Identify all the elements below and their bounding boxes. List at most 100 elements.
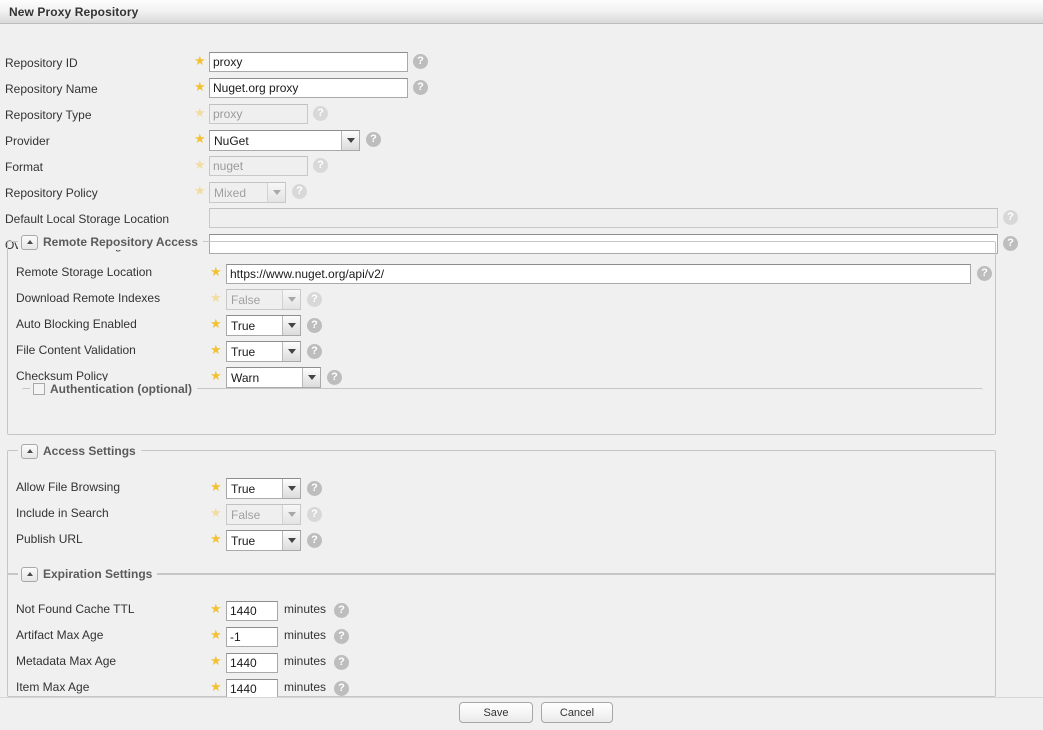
required-star-icon	[194, 81, 206, 94]
help-icon[interactable]: ?	[366, 132, 381, 147]
access-fields-list: Allow File BrowsingTrue?Include in Searc…	[8, 451, 993, 571]
help-icon[interactable]: ?	[327, 370, 342, 385]
form-row: Artifact Max Age minutes?	[8, 624, 993, 648]
help-icon[interactable]: ?	[413, 80, 428, 95]
help-icon[interactable]: ?	[334, 681, 349, 696]
required-star-icon	[210, 344, 222, 357]
field-label-not-found-cache-ttl: Not Found Cache TTL	[16, 602, 135, 616]
form-row: Provider NuGet?	[0, 128, 1040, 154]
select-value: Mixed	[214, 185, 247, 200]
field-label-repository-name: Repository Name	[5, 82, 98, 96]
required-star-icon	[210, 292, 222, 305]
input-repository-name[interactable]	[209, 78, 408, 98]
help-icon[interactable]: ?	[313, 106, 328, 121]
help-icon[interactable]: ?	[307, 318, 322, 333]
required-star-icon	[210, 370, 222, 383]
chevron-down-icon[interactable]	[341, 131, 359, 150]
authentication-legend: Authentication (optional)	[30, 381, 197, 397]
required-star-icon	[194, 107, 206, 120]
required-star-icon	[194, 185, 206, 198]
help-icon[interactable]: ?	[1003, 210, 1018, 225]
required-star-icon	[210, 655, 222, 668]
input-repository-type	[209, 104, 308, 124]
chevron-down-icon[interactable]	[282, 316, 300, 335]
access-settings-fieldset: Access Settings Allow File BrowsingTrue?…	[7, 443, 996, 575]
help-icon[interactable]: ?	[307, 533, 322, 548]
select-value: Warn	[231, 370, 260, 385]
chevron-down-icon[interactable]	[302, 368, 320, 387]
required-star-icon	[210, 481, 222, 494]
remote-repository-access-fieldset: Remote Repository Access Remote Storage …	[7, 234, 996, 435]
help-icon[interactable]: ?	[307, 344, 322, 359]
form-action-bar: Save Cancel	[0, 697, 1043, 730]
select-file-content-validation[interactable]: True	[226, 341, 301, 362]
expiration-settings-fieldset: Expiration Settings Not Found Cache TTLm…	[7, 566, 996, 697]
input-artifact-max-age[interactable]	[226, 627, 278, 647]
form-row: Download Remote Indexes False?	[8, 287, 993, 311]
select-value: False	[231, 507, 261, 522]
chevron-down-icon[interactable]	[282, 505, 300, 524]
field-label-download-remote-indexes: Download Remote Indexes	[16, 291, 161, 305]
form-row: Repository ID?	[0, 50, 1040, 76]
input-not-found-cache-ttl[interactable]	[226, 601, 278, 621]
select-value: True	[231, 318, 256, 333]
field-label-default-local-storage-location: Default Local Storage Location	[5, 212, 170, 226]
help-icon[interactable]: ?	[334, 629, 349, 644]
help-icon[interactable]: ?	[334, 655, 349, 670]
form-content-area: Repository ID?Repository Name?Repository…	[0, 25, 1043, 697]
expiration-fields-list: Not Found Cache TTLminutes?Artifact Max …	[8, 574, 993, 697]
required-star-icon	[210, 318, 222, 331]
input-item-max-age[interactable]	[226, 679, 278, 697]
help-icon[interactable]: ?	[413, 54, 428, 69]
field-label-allow-file-browsing: Allow File Browsing	[16, 480, 121, 494]
form-row: Format?	[0, 154, 1040, 180]
save-button[interactable]: Save	[459, 702, 533, 723]
select-include-in-search: False	[226, 504, 301, 525]
chevron-down-icon[interactable]	[282, 342, 300, 361]
select-checksum-policy[interactable]: Warn	[226, 367, 321, 388]
field-label-auto-blocking-enabled: Auto Blocking Enabled	[16, 317, 137, 331]
field-label-provider: Provider	[5, 134, 50, 148]
help-icon[interactable]: ?	[292, 184, 307, 199]
help-icon[interactable]: ?	[334, 603, 349, 618]
select-value: NuGet	[214, 133, 249, 148]
select-download-remote-indexes: False	[226, 289, 301, 310]
select-provider[interactable]: NuGet	[209, 130, 360, 151]
select-value: False	[231, 292, 261, 307]
chevron-down-icon[interactable]	[282, 531, 300, 550]
select-repository-policy: Mixed	[209, 182, 286, 203]
input-metadata-max-age[interactable]	[226, 653, 278, 673]
form-row: Repository Name?	[0, 76, 1040, 102]
field-label-format: Format	[5, 160, 44, 174]
input-default-local-storage-location	[209, 208, 998, 228]
authentication-checkbox[interactable]	[33, 383, 45, 395]
help-icon[interactable]: ?	[307, 507, 322, 522]
cancel-button[interactable]: Cancel	[541, 702, 613, 723]
remote-fields-list: Remote Storage Location?Download Remote …	[8, 242, 993, 388]
help-icon[interactable]: ?	[313, 158, 328, 173]
input-remote-storage-location[interactable]	[226, 264, 971, 284]
help-icon[interactable]: ?	[307, 292, 322, 307]
form-row: Allow File Browsing True?	[8, 476, 993, 500]
select-allow-file-browsing[interactable]: True	[226, 478, 301, 499]
select-value: True	[231, 344, 256, 359]
help-icon[interactable]: ?	[1003, 236, 1018, 251]
form-row: File Content Validation True?	[8, 339, 993, 363]
chevron-down-icon[interactable]	[282, 290, 300, 309]
required-star-icon	[210, 629, 222, 642]
units-label: minutes	[284, 680, 327, 694]
field-label-file-content-validation: File Content Validation	[16, 343, 136, 357]
form-row: Not Found Cache TTL minutes?	[8, 598, 993, 622]
required-star-icon	[194, 55, 206, 68]
chevron-down-icon[interactable]	[282, 479, 300, 498]
select-publish-url[interactable]: True	[226, 530, 301, 551]
help-icon[interactable]: ?	[307, 481, 322, 496]
input-repository-id[interactable]	[209, 52, 408, 72]
units-label: minutes	[284, 628, 327, 642]
chevron-down-icon[interactable]	[267, 183, 285, 202]
field-label-artifact-max-age: Artifact Max Age	[16, 628, 104, 642]
select-auto-blocking-enabled[interactable]: True	[226, 315, 301, 336]
general-settings-group: Repository ID?Repository Name?Repository…	[0, 25, 1040, 254]
required-star-icon	[194, 159, 206, 172]
help-icon[interactable]: ?	[977, 266, 992, 281]
